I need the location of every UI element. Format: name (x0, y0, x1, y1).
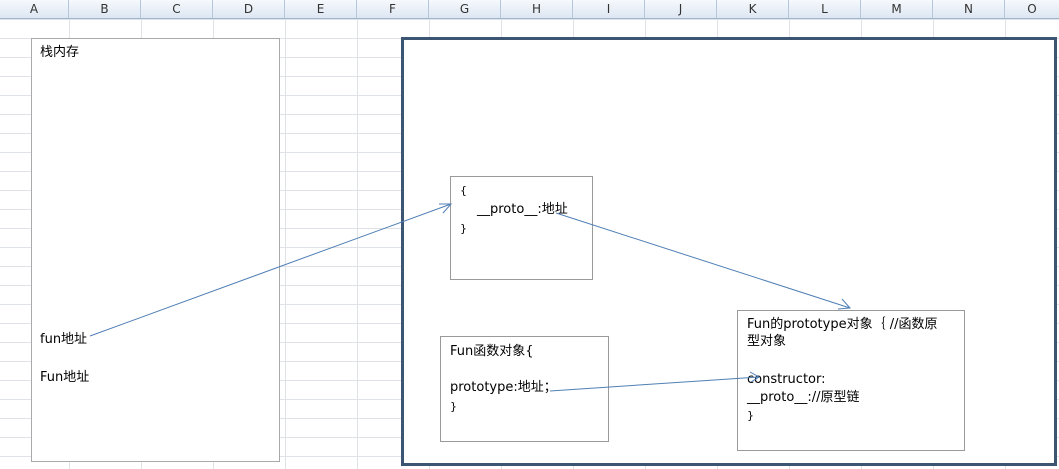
instance-close-brace: } (460, 222, 467, 235)
stack-fun-lower-address: fun地址 (40, 332, 88, 347)
stack-fun-upper-address: Fun地址 (40, 370, 90, 385)
function-box-title: Fun函数对象{ (450, 344, 534, 359)
column-header-n[interactable]: N (933, 0, 1005, 18)
column-header-row: A B C D E F G H I J K L M N O (0, 0, 1059, 19)
prototype-box-title: Fun的prototype对象｛ //函数原 (747, 317, 938, 332)
column-header-l[interactable]: L (789, 0, 861, 18)
column-header-c[interactable]: C (141, 0, 213, 18)
prototype-close-brace: } (747, 409, 754, 422)
column-header-m[interactable]: M (861, 0, 933, 18)
column-header-k[interactable]: K (717, 0, 789, 18)
function-object-box[interactable]: Fun函数对象{ prototype:地址； } (440, 336, 609, 442)
column-header-d[interactable]: D (213, 0, 285, 18)
instance-object-box[interactable]: { __proto__:地址 } (450, 176, 593, 280)
function-close-brace: } (450, 400, 457, 413)
column-header-o[interactable]: O (1005, 0, 1059, 18)
prototype-proto-line: __proto__://原型链 (747, 390, 860, 405)
column-header-b[interactable]: B (69, 0, 141, 18)
prototype-constructor-line: constructor: (747, 372, 826, 387)
prototype-box-title-cont: 型对象 (747, 334, 787, 349)
column-header-h[interactable]: H (501, 0, 573, 18)
stack-memory-box[interactable]: 栈内存 fun地址 Fun地址 (31, 38, 280, 462)
column-header-e[interactable]: E (285, 0, 357, 18)
stack-title: 栈内存 (40, 45, 80, 60)
column-header-i[interactable]: I (573, 0, 645, 18)
column-header-f[interactable]: F (357, 0, 429, 18)
prototype-object-box[interactable]: Fun的prototype对象｛ //函数原 型对象 constructor: … (737, 310, 965, 451)
column-header-j[interactable]: J (645, 0, 717, 18)
column-header-a[interactable]: A (0, 0, 69, 18)
instance-open-brace: { (460, 184, 467, 197)
function-prototype-line: prototype:地址； (450, 380, 557, 395)
instance-proto-line: __proto__:地址 (477, 202, 568, 217)
column-header-g[interactable]: G (429, 0, 501, 18)
